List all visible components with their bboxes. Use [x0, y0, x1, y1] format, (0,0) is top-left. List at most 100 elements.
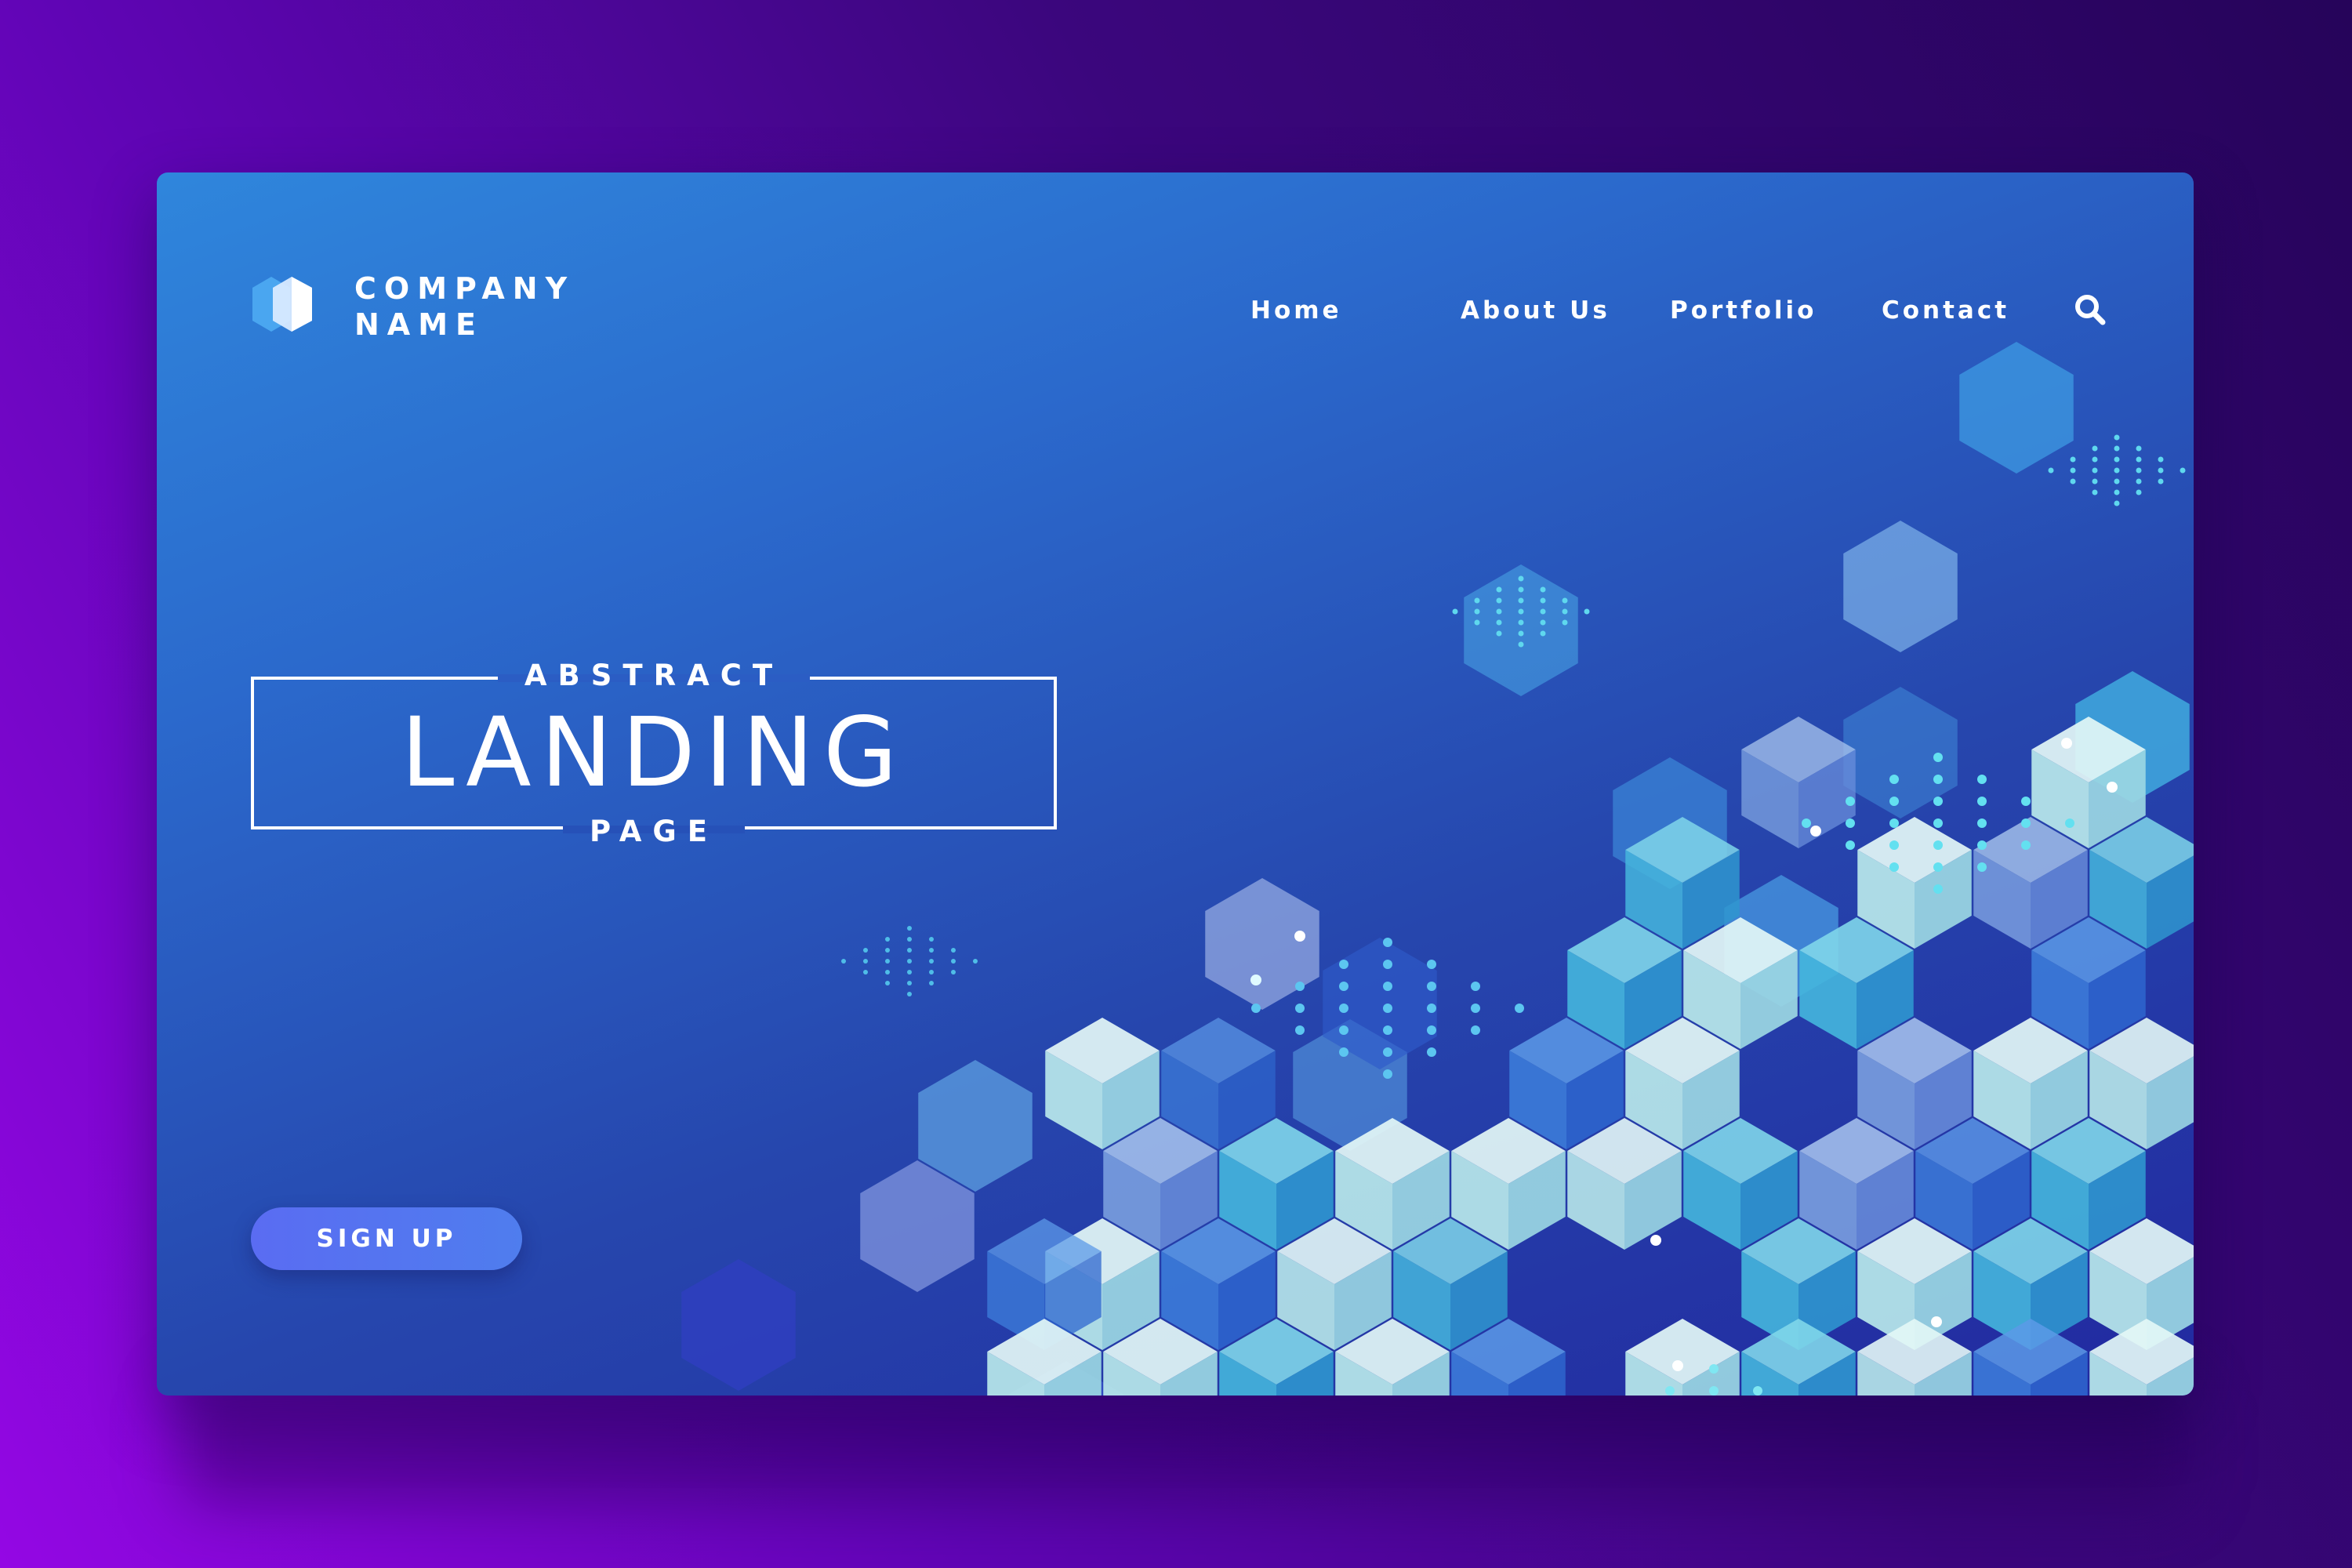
dot	[1933, 862, 1943, 872]
dot	[1977, 818, 1987, 828]
dot	[2021, 797, 2031, 806]
nav-item-portfolio[interactable]: Portfolio	[1670, 287, 1817, 334]
dot	[1933, 840, 1943, 850]
dot	[907, 937, 912, 942]
dot	[2092, 445, 2098, 452]
dot	[1889, 840, 1899, 850]
hero-top-label-wrap: ABSTRACT	[251, 657, 1057, 695]
dot	[2061, 738, 2072, 749]
hero-bottom-label-wrap: PAGE	[251, 813, 1057, 851]
dot	[1802, 818, 1811, 828]
dot	[2158, 478, 2164, 485]
dot	[1889, 862, 1899, 872]
dot	[863, 970, 868, 975]
dot	[1295, 982, 1305, 991]
dot	[929, 937, 934, 942]
dot	[1518, 641, 1524, 648]
dot	[1383, 1047, 1392, 1057]
dot	[1933, 884, 1943, 894]
dot	[1977, 797, 1987, 806]
dot	[1518, 575, 1524, 582]
dot	[1295, 1004, 1305, 1013]
dot	[2092, 467, 2098, 474]
dot	[1427, 1004, 1436, 1013]
dot	[1339, 1047, 1348, 1057]
dot	[2136, 467, 2142, 474]
dot	[1383, 1025, 1392, 1035]
dot	[2070, 478, 2076, 485]
dot	[2092, 489, 2098, 495]
dot	[929, 959, 934, 964]
dot	[2180, 467, 2186, 474]
dot	[1339, 1004, 1348, 1013]
dot	[2114, 467, 2120, 474]
dot	[1584, 608, 1590, 615]
dot	[929, 981, 934, 985]
nav-item-contact[interactable]: Contact	[1882, 287, 2009, 334]
dot	[1540, 608, 1546, 615]
dot	[2021, 840, 2031, 850]
search-button[interactable]	[2067, 287, 2114, 334]
dot	[1427, 960, 1436, 969]
dot	[2136, 489, 2142, 495]
dot	[1474, 597, 1480, 604]
dot	[1889, 797, 1899, 806]
dot	[2107, 782, 2118, 793]
dot	[1427, 1047, 1436, 1057]
dot	[2021, 818, 2031, 828]
hexagon-shape	[1464, 564, 1578, 696]
dot	[885, 959, 890, 964]
card-shadow	[180, 1380, 2187, 1505]
dot	[1496, 586, 1502, 593]
dot	[929, 970, 934, 975]
nav-item-home[interactable]: Home	[1250, 287, 1342, 334]
dot	[1250, 975, 1261, 985]
dot	[2136, 478, 2142, 485]
dot	[907, 948, 912, 953]
dot	[1562, 619, 1568, 626]
dot	[1383, 960, 1392, 969]
dot	[1933, 775, 1943, 784]
dot	[1933, 818, 1943, 828]
nav-item-about-us[interactable]: About Us	[1461, 287, 1610, 334]
dot	[1294, 931, 1305, 942]
dot	[885, 981, 890, 985]
dot	[1471, 1004, 1480, 1013]
hero-top-label: ABSTRACT	[524, 659, 784, 692]
dot	[2114, 434, 2120, 441]
dot	[1383, 1069, 1392, 1079]
dot	[2092, 456, 2098, 463]
dot	[1496, 597, 1502, 604]
dot	[2158, 456, 2164, 463]
dot	[1846, 797, 1855, 806]
dot	[1562, 608, 1568, 615]
dot	[2114, 489, 2120, 495]
dot	[951, 948, 956, 953]
dot	[1471, 982, 1480, 991]
dot	[1889, 818, 1899, 828]
sign-up-button[interactable]: SIGN UP	[251, 1207, 522, 1270]
dot	[1931, 1316, 1942, 1327]
dot	[1540, 597, 1546, 604]
dot	[1709, 1364, 1719, 1374]
dot	[1251, 1004, 1261, 1013]
dot	[951, 970, 956, 975]
dot	[2136, 445, 2142, 452]
dot	[1496, 630, 1502, 637]
dot	[863, 959, 868, 964]
dot	[1383, 1004, 1392, 1013]
dot	[1471, 1025, 1480, 1035]
dot	[907, 981, 912, 985]
hexagon-shape	[1843, 521, 1958, 652]
dot	[2158, 467, 2164, 474]
dot	[1427, 982, 1436, 991]
dot	[1540, 619, 1546, 626]
dot	[885, 937, 890, 942]
hexagon-shape	[681, 1259, 796, 1391]
dot	[1518, 608, 1524, 615]
dot	[1518, 586, 1524, 593]
dot	[863, 948, 868, 953]
dot	[1518, 630, 1524, 637]
dot	[907, 926, 912, 931]
dot	[1933, 753, 1943, 762]
